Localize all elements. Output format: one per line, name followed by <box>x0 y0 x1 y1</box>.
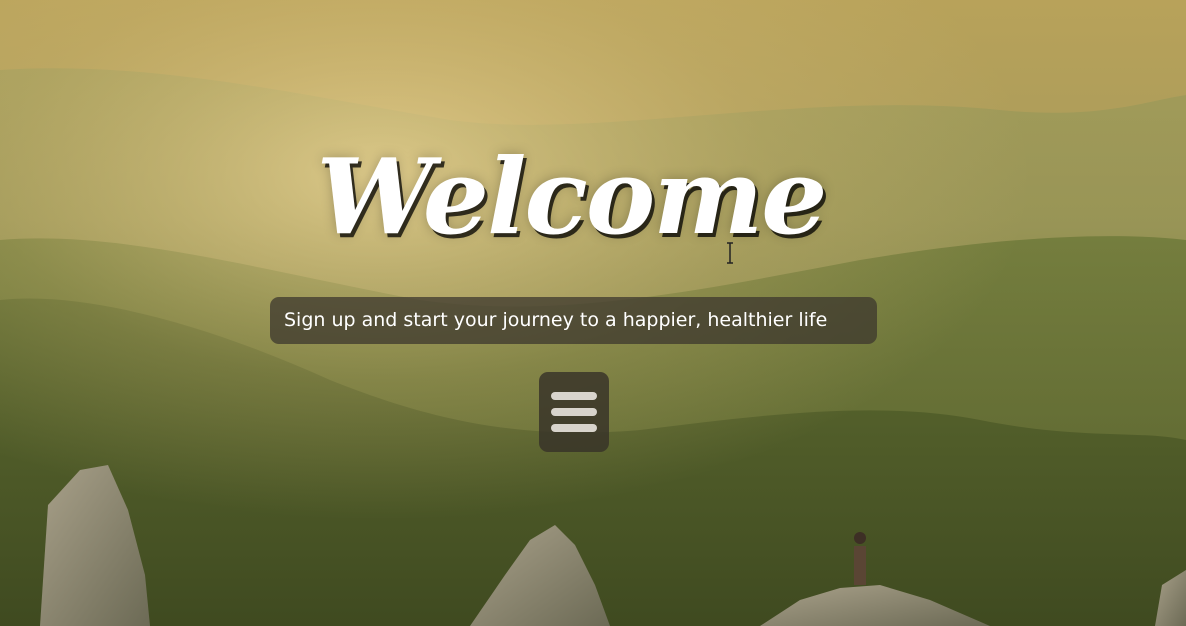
tagline: Sign up and start your journey to a happ… <box>270 297 877 344</box>
hamburger-menu-icon <box>551 392 597 400</box>
menu-bar <box>551 408 597 416</box>
hamburger-menu-button[interactable] <box>539 372 609 452</box>
text-cursor-icon <box>727 242 733 264</box>
menu-bar <box>551 424 597 432</box>
welcome-title: Welcome <box>316 135 828 258</box>
